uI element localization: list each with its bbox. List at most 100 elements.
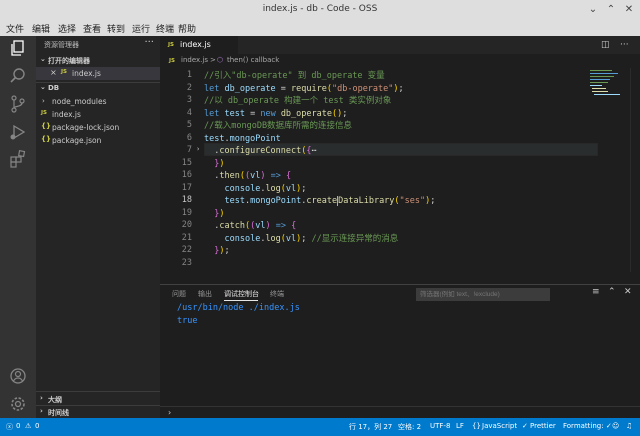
formatting-status[interactable]: Formatting: ✓: [563, 422, 612, 430]
menu-run[interactable]: 运行: [132, 22, 150, 35]
code-token: vl: [285, 183, 297, 194]
error-icon[interactable]: ⓧ: [6, 422, 13, 432]
code-token: db_operate: [280, 108, 332, 119]
code-token: db_operate: [224, 83, 276, 94]
open-editor-name: index.js: [72, 69, 101, 78]
breadcrumb-file[interactable]: index.js: [181, 56, 208, 64]
code-editor[interactable]: 1 //引入"db-operate" 到 db_operate 变量 2 let db…: [160, 68, 640, 272]
tree-item-label: package.json: [52, 136, 102, 145]
open-editor-item[interactable]: × JS index.js: [36, 67, 160, 80]
code-token: mongoPoint: [229, 133, 281, 144]
close-panel-icon[interactable]: ✕: [624, 287, 632, 297]
account-icon[interactable]: [8, 366, 28, 386]
menu-help[interactable]: 帮助: [178, 22, 196, 35]
js-file-icon: JS: [168, 42, 175, 48]
minimize-icon[interactable]: ⌄: [586, 3, 600, 17]
console-line: true: [177, 316, 198, 326]
source-control-icon[interactable]: [8, 94, 28, 114]
cursor-position[interactable]: 行 17，列 27: [349, 422, 392, 432]
tab-index-js[interactable]: JS index.js: [160, 36, 238, 54]
line-number: 18: [181, 195, 192, 205]
open-editors-section[interactable]: ⌄ 打开的编辑器: [36, 54, 160, 67]
open-editors-label: 打开的编辑器: [48, 57, 90, 65]
code-token: "ses": [399, 196, 426, 206]
maximize-icon[interactable]: ⌃: [604, 3, 618, 17]
search-icon[interactable]: [8, 66, 28, 86]
filter-input[interactable]: [416, 288, 550, 301]
prettier-status[interactable]: Prettier: [530, 422, 556, 430]
folder-section[interactable]: ⌄ DB: [36, 82, 160, 95]
code-token: //引入"db-operate" 到 db_operate 变量: [204, 71, 385, 81]
clear-console-icon[interactable]: ≡: [592, 287, 600, 297]
line-number: 2: [186, 82, 192, 93]
chevron-up-icon[interactable]: ⌃: [608, 287, 616, 297]
feedback-icon[interactable]: ☺: [612, 422, 619, 430]
breadcrumb-symbol[interactable]: then() callback: [227, 56, 279, 64]
notifications-icon[interactable]: ♫: [626, 422, 632, 430]
code-token: console: [224, 183, 261, 194]
menu-terminal[interactable]: 终端: [156, 22, 174, 35]
editor-scrollbar[interactable]: [630, 68, 640, 272]
code-token: ): [219, 158, 225, 169]
warning-icon[interactable]: ⚠: [25, 422, 31, 430]
code-token: test: [224, 196, 245, 206]
code-token: .: [204, 171, 220, 181]
code-token: =>: [270, 221, 292, 231]
line-number: 19: [181, 207, 192, 218]
fold-chevron-icon[interactable]: ›: [196, 145, 204, 153]
menu-file[interactable]: 文件: [6, 22, 24, 35]
run-debug-icon[interactable]: [8, 122, 28, 142]
split-editor-icon[interactable]: ◫: [601, 40, 610, 50]
menu-selection[interactable]: 选择: [58, 22, 76, 35]
close-icon[interactable]: ×: [50, 68, 57, 77]
menu-go[interactable]: 转到: [107, 22, 125, 35]
menu-edit[interactable]: 编辑: [32, 22, 50, 35]
language-mode[interactable]: JavaScript: [482, 422, 517, 430]
code-token: let: [204, 108, 225, 119]
indentation[interactable]: 空格: 2: [398, 422, 421, 432]
code-token: catch: [219, 221, 245, 231]
more-actions-icon[interactable]: ···: [144, 37, 154, 48]
tab-terminal[interactable]: 终端: [270, 289, 284, 299]
settings-gear-icon[interactable]: [8, 394, 28, 414]
console-prompt-icon[interactable]: ›: [168, 408, 171, 417]
code-token: vl: [250, 171, 261, 181]
prompt-divider: [160, 406, 640, 407]
explorer-sidebar: 资源管理器 ··· ⌄ 打开的编辑器 × JS index.js ⌄ DB › …: [36, 36, 160, 418]
code-token: ;: [224, 246, 230, 256]
more-actions-icon[interactable]: ···: [620, 40, 629, 50]
menu-bar: 文件 编辑 选择 查看 转到 运行 终端 帮助: [0, 20, 640, 36]
menu-view[interactable]: 查看: [83, 22, 101, 35]
title-bar: index.js - db - Code - OSS ⌄ ⌃ ✕: [0, 0, 640, 20]
tab-problems[interactable]: 问题: [172, 289, 186, 299]
tree-item-package-json[interactable]: {} package.json: [36, 134, 160, 147]
code-token: .: [204, 221, 220, 231]
tree-item-index-js[interactable]: JS index.js: [36, 108, 160, 121]
line-ending[interactable]: LF: [456, 422, 464, 430]
error-count[interactable]: 0: [16, 422, 20, 430]
code-token: log: [265, 183, 281, 194]
close-icon[interactable]: ✕: [622, 3, 636, 17]
encoding[interactable]: UTF-8: [430, 422, 450, 430]
tree-item-package-lock[interactable]: {} package-lock.json: [36, 121, 160, 134]
tab-output[interactable]: 输出: [198, 289, 212, 299]
line-number: 20: [181, 220, 192, 230]
code-token: ;: [430, 196, 436, 206]
code-token: //以 db_operate 构建一个 test 类实例对象: [204, 96, 392, 106]
line-number: 6: [186, 132, 192, 143]
chevron-right-icon: ›: [40, 407, 43, 415]
extensions-icon[interactable]: [8, 149, 28, 169]
chevron-right-icon: ›: [40, 394, 43, 402]
warning-count[interactable]: 0: [35, 422, 39, 430]
line-number: 21: [181, 232, 192, 243]
tree-item-node-modules[interactable]: › node_modules: [36, 95, 160, 108]
tab-debug-console[interactable]: 调试控制台: [224, 289, 259, 299]
js-file-icon: JS: [41, 110, 48, 116]
explorer-icon[interactable]: [8, 38, 28, 58]
code-token: require: [291, 83, 327, 94]
code-line: });: [204, 245, 230, 258]
minimap[interactable]: [586, 68, 630, 98]
console-line: /usr/bin/node ./index.js: [177, 303, 300, 313]
line-number: 16: [181, 170, 192, 180]
